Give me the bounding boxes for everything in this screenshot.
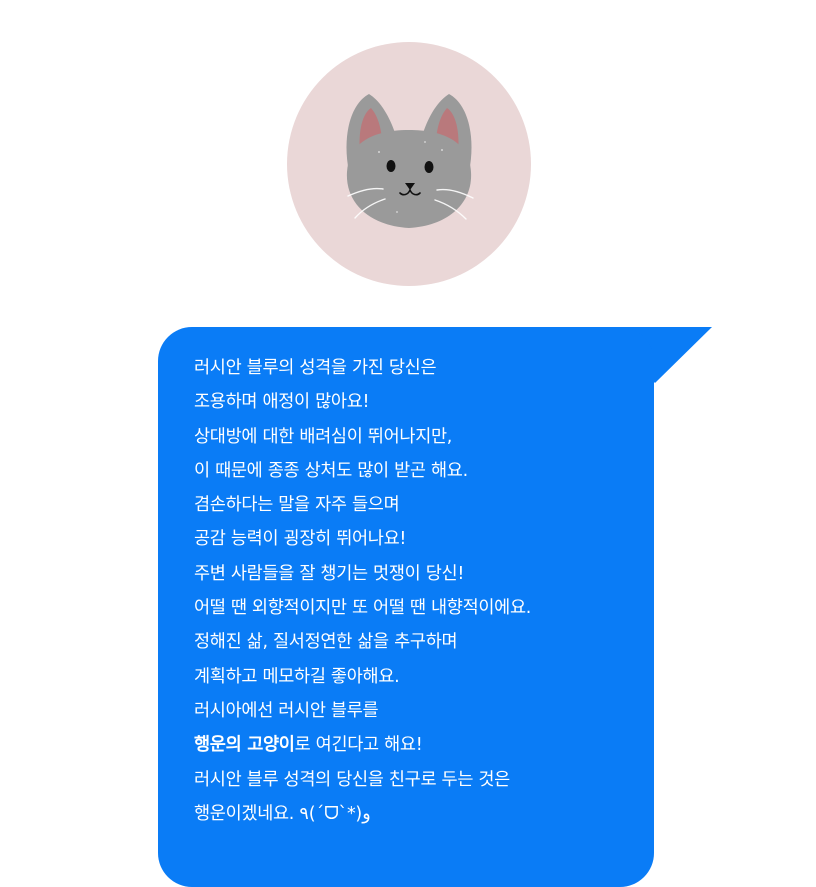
message-text: 러시안 블루의 성격을 가진 당신은 조용하며 애정이 많아요! 상대방에 대한…	[194, 351, 634, 831]
cat-avatar	[287, 42, 531, 286]
message-line: 정해진 삶, 질서정연한 삶을 추구하며	[194, 632, 458, 653]
message-line: 공감 능력이 굉장히 뛰어나요!	[194, 529, 407, 550]
message-line: 이 때문에 종종 상처도 많이 받곤 해요.	[194, 460, 468, 481]
message-line: 계획하고 메모하길 좋아해요.	[194, 666, 400, 687]
message-line-last: 행운이겠네요. ٩(ˊᗜˋ*)و	[194, 803, 371, 824]
gray-cat-face-icon	[346, 94, 474, 228]
message-line: 조용하며 애정이 많아요!	[194, 392, 370, 413]
message-line: 러시안 블루의 성격을 가진 당신은	[194, 358, 437, 378]
message-line-lucky: 행운의 고양이로 여긴다고 해요!	[194, 728, 634, 762]
lucky-cat-emphasis: 행운의 고양이	[194, 735, 295, 756]
message-line: 겸손하다는 말을 자주 들으며	[194, 495, 400, 516]
lucky-cat-rest: 로 여긴다고 해요!	[294, 735, 423, 756]
message-line: 어떨 땐 외향적이지만 또 어떨 땐 내향적이에요.	[194, 598, 532, 619]
message-line: 주변 사람들을 잘 챙기는 멋쟁이 당신!	[194, 563, 465, 584]
message-line: 러시아에선 러시안 블루를	[194, 700, 379, 721]
message-line: 러시안 블루 성격의 당신을 친구로 두는 것은	[194, 769, 510, 790]
message-line: 상대방에 대한 배려심이 뛰어나지만,	[194, 426, 453, 447]
